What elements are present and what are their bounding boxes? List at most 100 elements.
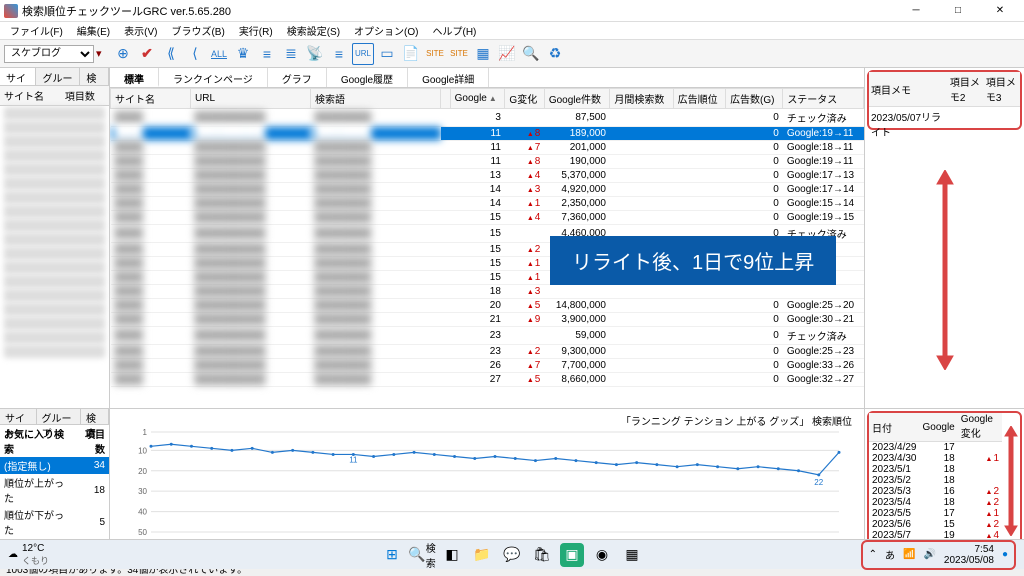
ll-col-1[interactable]: お気に入り検索 bbox=[0, 425, 73, 457]
table-row[interactable]: ██████████████████████1412,350,0000Googl… bbox=[111, 197, 864, 211]
clock[interactable]: 7:54 2023/05/08 bbox=[944, 544, 994, 566]
ll-tab-site[interactable]: サイト bbox=[0, 409, 37, 424]
tab-rankin[interactable]: ランクインページ bbox=[159, 68, 268, 87]
table-row[interactable]: ██████████████████████387,5000チェック済み bbox=[111, 109, 864, 127]
table-row[interactable]: ██████████████████████2758,660,0000Googl… bbox=[111, 373, 864, 387]
table-row[interactable]: ██████████████████████2359,0000チェック済み bbox=[111, 327, 864, 345]
chrome-icon[interactable]: ◉ bbox=[590, 543, 614, 567]
search-icon[interactable]: 🔍 bbox=[520, 43, 542, 65]
table-row[interactable]: ██████████████████████1434,920,0000Googl… bbox=[111, 183, 864, 197]
table-row[interactable]: ██████████████████████2329,300,0000Googl… bbox=[111, 345, 864, 359]
menu-search-settings[interactable]: 検索設定(S) bbox=[281, 22, 346, 39]
left-tab-site[interactable]: サイト bbox=[0, 68, 36, 85]
hist-col-date[interactable]: 日付 bbox=[869, 413, 920, 442]
first-button[interactable]: ⟪ bbox=[160, 43, 182, 65]
tab-gdetail[interactable]: Google詳細 bbox=[408, 68, 489, 87]
hist-col-gc[interactable]: Google変化 bbox=[958, 413, 1002, 442]
ll-tab-search[interactable]: 検索 bbox=[81, 409, 109, 424]
explorer-icon[interactable]: 📁 bbox=[470, 543, 494, 567]
tray-chevron-icon[interactable]: ⌃ bbox=[869, 549, 877, 560]
minimize-button[interactable]: ─ bbox=[896, 1, 936, 21]
url-icon[interactable]: URL bbox=[352, 43, 374, 65]
memo-col-1[interactable]: 項目メモ bbox=[869, 72, 948, 107]
doc-icon[interactable]: 📄 bbox=[400, 43, 422, 65]
hist-col-g[interactable]: Google bbox=[920, 413, 958, 442]
sites-icon[interactable]: SITE bbox=[424, 43, 446, 65]
add-button[interactable]: ⊕ bbox=[112, 43, 134, 65]
grid-col-10[interactable]: ステータス bbox=[783, 89, 864, 109]
menu-file[interactable]: ファイル(F) bbox=[4, 22, 69, 39]
menu-view[interactable]: 表示(V) bbox=[118, 22, 163, 39]
taskbar-search[interactable]: 🔍検索 bbox=[410, 543, 434, 567]
list-item[interactable]: 順位が下がった5 bbox=[0, 506, 109, 538]
col-sitename[interactable]: サイト名 bbox=[0, 86, 61, 106]
table-row[interactable]: ██████████████████████117201,0000Google:… bbox=[111, 141, 864, 155]
close-button[interactable]: ✕ bbox=[980, 1, 1020, 21]
tab-graph[interactable]: グラフ bbox=[268, 68, 327, 87]
grid-col-3[interactable] bbox=[441, 89, 451, 109]
grid-col-2[interactable]: 検索語 bbox=[311, 89, 441, 109]
chart-icon[interactable]: 📈 bbox=[496, 43, 518, 65]
grid-col-6[interactable]: Google件数 bbox=[544, 89, 610, 109]
volume-icon[interactable]: 🔊 bbox=[923, 549, 935, 560]
table-row[interactable]: 2023/5/118 bbox=[869, 464, 1002, 475]
prev-button[interactable]: ⟨ bbox=[184, 43, 206, 65]
list-item[interactable]: (指定無し)34 bbox=[0, 457, 109, 474]
table-row[interactable]: ██████████████████████20514,800,0000Goog… bbox=[111, 299, 864, 313]
start-button[interactable]: ⊞ bbox=[380, 543, 404, 567]
grid-col-1[interactable]: URL bbox=[191, 89, 311, 109]
menu-edit[interactable]: 編集(E) bbox=[71, 22, 116, 39]
table-row[interactable]: 2023/5/5171 bbox=[869, 508, 1002, 519]
task-view-icon[interactable]: ◧ bbox=[440, 543, 464, 567]
refresh-icon[interactable]: ♻ bbox=[544, 43, 566, 65]
list3-icon[interactable]: ≡ bbox=[328, 43, 350, 65]
menu-help[interactable]: ヘルプ(H) bbox=[427, 22, 483, 39]
left-tab-group[interactable]: グループ bbox=[36, 68, 80, 85]
table-row[interactable]: ██████████████████████2193,900,0000Googl… bbox=[111, 313, 864, 327]
table-row[interactable]: 2023/4/2917 bbox=[869, 442, 1002, 454]
menu-options[interactable]: オプション(O) bbox=[348, 22, 424, 39]
maximize-button[interactable]: □ bbox=[938, 1, 978, 21]
table-row[interactable]: ██████████████████████183 bbox=[111, 285, 864, 299]
grid-col-8[interactable]: 広告順位 bbox=[673, 89, 725, 109]
sites2-icon[interactable]: SITE bbox=[448, 43, 470, 65]
check-button[interactable]: ✔ bbox=[136, 43, 158, 65]
app1-icon[interactable]: ▣ bbox=[560, 543, 584, 567]
grid-icon[interactable]: ▦ bbox=[472, 43, 494, 65]
table-row[interactable]: ██████████████████████1345,370,0000Googl… bbox=[111, 169, 864, 183]
ll-col-2[interactable]: 項目数 bbox=[73, 425, 109, 457]
menu-run[interactable]: 実行(R) bbox=[233, 22, 279, 39]
tab-ghist[interactable]: Google履歴 bbox=[327, 68, 408, 87]
table-row[interactable]: 2023/5/6152 bbox=[869, 519, 1002, 530]
crown-icon[interactable]: ♛ bbox=[232, 43, 254, 65]
site-combo[interactable]: スケブログ bbox=[4, 45, 94, 63]
list-item[interactable]: 順位が上がった18 bbox=[0, 474, 109, 506]
memo-col-3[interactable]: 項目メモ3 bbox=[984, 72, 1020, 107]
wifi-icon[interactable]: 📶 bbox=[903, 549, 915, 560]
all-button[interactable]: ALL bbox=[208, 43, 230, 65]
ime-indicator[interactable]: あ bbox=[885, 547, 895, 562]
combo-dropdown-icon[interactable]: ▾ bbox=[96, 47, 110, 60]
left-tab-search[interactable]: 検索 bbox=[80, 68, 109, 85]
page-icon[interactable]: ▭ bbox=[376, 43, 398, 65]
antenna-icon[interactable]: 📡 bbox=[304, 43, 326, 65]
table-row[interactable]: 2023/4/30181 bbox=[869, 453, 1002, 464]
system-tray[interactable]: ⌃ あ 📶 🔊 7:54 2023/05/08 ● bbox=[861, 540, 1016, 570]
tab-standard[interactable]: 標準 bbox=[110, 68, 159, 87]
grid-col-0[interactable]: サイト名 bbox=[111, 89, 191, 109]
table-row[interactable]: 2023/5/3162 bbox=[869, 486, 1002, 497]
table-row[interactable]: ██████████████████████1547,360,0000Googl… bbox=[111, 211, 864, 225]
table-row[interactable]: 2023/5/4182 bbox=[869, 497, 1002, 508]
table-row[interactable]: ██████████████████████2677,700,0000Googl… bbox=[111, 359, 864, 373]
table-row[interactable]: ██████████████████████118190,0000Google:… bbox=[111, 155, 864, 169]
list1-icon[interactable]: ≡ bbox=[256, 43, 278, 65]
memo-col-2[interactable]: 項目メモ2 bbox=[948, 72, 984, 107]
ll-tab-group[interactable]: グループ bbox=[37, 409, 82, 424]
app2-icon[interactable]: ▦ bbox=[620, 543, 644, 567]
list2-icon[interactable]: ≣ bbox=[280, 43, 302, 65]
table-row[interactable]: 2023/5/218 bbox=[869, 475, 1002, 486]
store-icon[interactable]: 🛍 bbox=[530, 543, 554, 567]
grid-col-9[interactable]: 広告数(G) bbox=[726, 89, 783, 109]
table-row[interactable]: ██████████████████████118189,0000Google:… bbox=[111, 127, 864, 141]
grid-col-5[interactable]: G変化 bbox=[505, 89, 544, 109]
